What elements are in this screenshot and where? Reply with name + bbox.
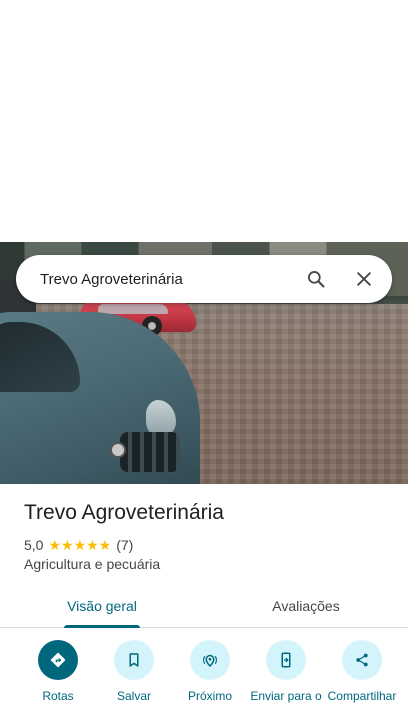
- search-icon: [308, 271, 325, 288]
- save-label: Salvar: [116, 689, 151, 703]
- nearby-icon: [203, 654, 217, 668]
- send-to-phone-icon: [281, 652, 291, 668]
- share-button-circle[interactable]: [342, 640, 382, 680]
- share-button[interactable]: Compartilhar: [324, 640, 400, 726]
- clear-search-button[interactable]: [340, 255, 388, 303]
- action-buttons: Rotas Salvar Próximo Enviar para o Compa…: [0, 640, 408, 726]
- save-button-circle[interactable]: [114, 640, 154, 680]
- search-bar[interactable]: Trevo Agroveterinária: [16, 255, 392, 303]
- send-to-phone-label: Enviar para o: [250, 689, 322, 703]
- tab-overview-label: Visão geral: [67, 597, 137, 614]
- active-tab-indicator: [64, 625, 140, 628]
- search-query[interactable]: Trevo Agroveterinária: [16, 271, 292, 288]
- nearby-label: Próximo: [187, 689, 232, 703]
- save-button[interactable]: Salvar: [96, 640, 172, 726]
- directions-button-circle[interactable]: [38, 640, 78, 680]
- send-to-phone-button-circle[interactable]: [266, 640, 306, 680]
- nearby-button-circle[interactable]: [190, 640, 230, 680]
- review-count: (7): [116, 537, 134, 553]
- nearby-button[interactable]: Próximo: [172, 640, 248, 726]
- share-icon: [356, 653, 368, 667]
- directions-label: Rotas: [42, 689, 74, 703]
- place-page: Trevo Agroveterinária Trevo Agroveteriná…: [0, 0, 408, 726]
- place-name: Trevo Agroveterinária: [24, 501, 224, 524]
- directions-icon: [50, 652, 66, 668]
- rating-value: 5,0: [24, 537, 44, 553]
- place-tabs: Visão geral Avaliações: [0, 584, 408, 628]
- send-to-phone-button[interactable]: Enviar para o: [248, 640, 324, 726]
- rating-stars: ★★★★★: [48, 536, 112, 553]
- bookmark-icon: [129, 653, 139, 667]
- place-category: Agricultura e pecuária: [24, 556, 161, 572]
- tab-reviews-label: Avaliações: [272, 597, 340, 614]
- directions-button[interactable]: Rotas: [20, 640, 96, 726]
- share-label: Compartilhar: [327, 689, 397, 703]
- close-icon: [357, 272, 371, 286]
- rating-row[interactable]: 5,0 ★★★★★ (7): [24, 536, 133, 554]
- tab-overview[interactable]: Visão geral: [0, 584, 204, 628]
- tab-reviews[interactable]: Avaliações: [204, 584, 408, 627]
- search-button[interactable]: [292, 255, 340, 303]
